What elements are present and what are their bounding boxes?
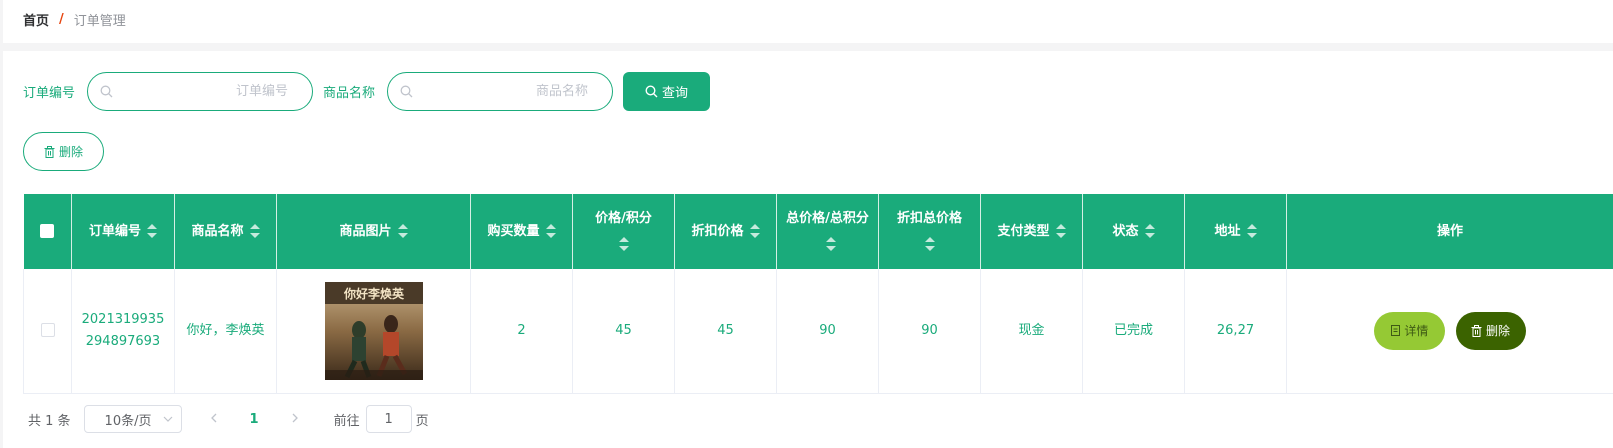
goto-page-input[interactable]: 1: [365, 405, 412, 433]
breadcrumb-home[interactable]: 首页: [23, 10, 49, 29]
detail-button[interactable]: 详情: [1374, 311, 1446, 350]
header-label: 总价格/总积分: [786, 210, 869, 226]
actions-cell: 详情 删除: [1286, 269, 1613, 394]
sort-icon[interactable]: [1055, 224, 1066, 238]
trash-icon: [44, 145, 55, 158]
document-icon: [1391, 325, 1401, 337]
main-panel: 订单编号 商品名称 查询 删除 订单编号 商品名称 商品图片 购: [3, 51, 1613, 448]
header-label: 价格/积分: [595, 210, 652, 226]
discount-total-cell: 90: [878, 269, 981, 394]
col-price[interactable]: 价格/积分: [572, 194, 675, 269]
query-button-label: 查询: [662, 86, 689, 101]
col-total-price[interactable]: 总价格/总积分: [776, 194, 879, 269]
order-no-search-box[interactable]: [87, 72, 314, 111]
goto-suffix: 页: [415, 413, 429, 429]
batch-delete-label: 删除: [58, 145, 83, 159]
batch-delete-button[interactable]: 删除: [23, 132, 104, 171]
sort-icon[interactable]: [825, 237, 836, 251]
chevron-down-icon: [163, 416, 172, 422]
table-row: 2021319935294897693 你好，李焕英 你好李焕英 2 45 45…: [23, 269, 1613, 394]
sort-icon[interactable]: [618, 237, 629, 251]
header-label: 地址: [1214, 223, 1241, 239]
col-status[interactable]: 状态: [1082, 194, 1185, 269]
search-icon: [645, 85, 658, 98]
sort-icon[interactable]: [1144, 224, 1155, 238]
chevron-right-icon: [292, 413, 298, 423]
page-size-value: 10条/页: [104, 413, 152, 429]
col-product-name[interactable]: 商品名称: [174, 194, 277, 269]
sort-icon[interactable]: [924, 237, 935, 251]
search-form: 订单编号 商品名称 查询: [23, 72, 711, 111]
breadcrumb-bar: 首页 / 订单管理: [3, 0, 1613, 43]
poster-title: 你好李焕英: [342, 286, 404, 301]
order-no-label: 订单编号: [23, 86, 76, 101]
row-select-cell: [23, 269, 72, 394]
product-name-search-box[interactable]: [387, 72, 614, 111]
search-icon: [100, 85, 113, 98]
prev-page-button[interactable]: [210, 411, 218, 427]
product-name-input[interactable]: [418, 73, 589, 110]
header-label: 商品名称: [191, 223, 244, 239]
header-label: 商品图片: [339, 223, 392, 239]
col-discount-price[interactable]: 折扣价格: [674, 194, 777, 269]
status-cell: 已完成: [1082, 269, 1185, 394]
header-label: 状态: [1112, 223, 1139, 239]
header-label: 购买数量: [487, 223, 540, 239]
select-all-checkbox[interactable]: [40, 224, 55, 238]
col-discount-total[interactable]: 折扣总价格: [878, 194, 981, 269]
pagination: 共 1 条 10条/页 1 前往 1 页: [28, 405, 429, 433]
header-label: 操作: [1436, 223, 1463, 239]
trash-icon: [1471, 324, 1482, 337]
col-quantity[interactable]: 购买数量: [470, 194, 573, 269]
breadcrumb: 首页 / 订单管理: [23, 10, 126, 29]
table-header-row: 订单编号 商品名称 商品图片 购买数量 价格/积分 折扣价格 总价格/总积分 折…: [23, 194, 1613, 269]
total-price-cell: 90: [776, 269, 879, 394]
pay-type-cell: 现金: [980, 269, 1083, 394]
search-icon: [400, 85, 413, 98]
sort-icon[interactable]: [147, 224, 157, 238]
goto-page-value: 1: [384, 411, 393, 427]
select-all-header: [23, 194, 72, 269]
total-count: 共 1 条: [28, 413, 71, 429]
price-cell: 45: [572, 269, 675, 394]
order-no-cell: 2021319935294897693: [71, 269, 175, 394]
product-image[interactable]: 你好李焕英: [324, 281, 423, 380]
order-no-input[interactable]: [118, 73, 289, 110]
sort-icon[interactable]: [749, 224, 760, 238]
next-page-button[interactable]: [291, 411, 299, 427]
sort-icon[interactable]: [545, 224, 556, 238]
discount-price-cell: 45: [674, 269, 777, 394]
goto-label: 前往: [333, 413, 360, 429]
row-delete-button[interactable]: 删除: [1455, 311, 1526, 350]
row-checkbox[interactable]: [40, 323, 55, 338]
col-pay-type[interactable]: 支付类型: [980, 194, 1083, 269]
order-table: 订单编号 商品名称 商品图片 购买数量 价格/积分 折扣价格 总价格/总积分 折…: [23, 194, 1613, 394]
header-label: 折扣总价格: [896, 210, 962, 226]
header-label: 折扣价格: [691, 223, 744, 239]
product-name-label: 商品名称: [323, 86, 376, 101]
header-label: 支付类型: [997, 223, 1050, 239]
row-delete-label: 删除: [1486, 323, 1511, 338]
col-product-image[interactable]: 商品图片: [276, 194, 471, 269]
col-address[interactable]: 地址: [1184, 194, 1287, 269]
breadcrumb-current: 订单管理: [73, 14, 126, 29]
order-no-value: 2021319935294897693: [81, 311, 165, 349]
chevron-left-icon: [210, 413, 217, 423]
address-cell: 26,27: [1184, 269, 1287, 394]
breadcrumb-separator: /: [59, 12, 64, 27]
sort-icon[interactable]: [249, 224, 260, 238]
col-order-no[interactable]: 订单编号: [71, 194, 175, 269]
page-number-1[interactable]: 1: [250, 412, 259, 427]
sort-icon[interactable]: [1246, 224, 1257, 238]
query-button[interactable]: 查询: [623, 72, 711, 111]
page-size-select[interactable]: 10条/页: [83, 405, 182, 433]
col-actions: 操作: [1286, 194, 1613, 269]
product-image-cell: 你好李焕英: [276, 269, 471, 394]
detail-button-label: 详情: [1404, 323, 1429, 338]
sort-icon[interactable]: [397, 224, 408, 238]
header-label: 订单编号: [88, 223, 141, 239]
quantity-cell: 2: [470, 269, 573, 394]
product-name-cell: 你好，李焕英: [174, 269, 277, 394]
